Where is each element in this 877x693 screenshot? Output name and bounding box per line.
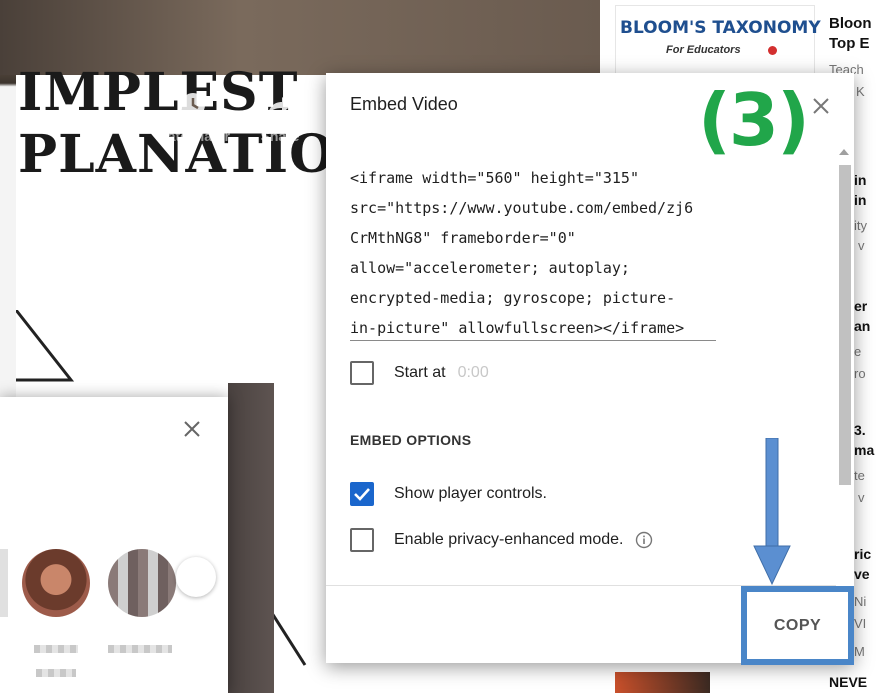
close-icon[interactable] [810,95,832,117]
sidebar-fragment: ma [854,442,875,458]
privacy-mode-row[interactable]: Enable privacy-enhanced mode. [350,528,653,552]
show-player-controls-label: Show player controls. [394,485,547,502]
share-target-avatar[interactable] [22,549,90,617]
diagram-triangle-fragment-bottom [270,610,307,666]
sidebar-fragment: in [854,192,867,208]
embed-options-heading: EMBED OPTIONS [350,432,472,448]
thumbnail-title: BLOOM'S TAXONOMY [620,18,821,38]
share-arrow-icon [268,97,292,115]
show-player-controls-checkbox[interactable] [350,482,374,506]
dialog-title: Embed Video [350,94,458,114]
share-dialog-shadow [228,383,274,693]
step-annotation-label: (3) [698,78,810,162]
share-target-label [36,669,76,677]
sidebar-fragment: VI [854,616,867,631]
scrollbar-thumb[interactable] [839,165,851,485]
down-arrow-annotation-icon [753,438,791,586]
thumbnail-subtitle: For Educators [666,44,741,56]
next-arrow-button[interactable] [176,557,216,597]
clock-icon [180,93,205,117]
related-video-title-line-1: Bloon [829,15,872,32]
sidebar-fragment: in [854,172,867,188]
sidebar-fragment: 3. [854,422,866,438]
close-icon[interactable] [180,417,204,441]
sidebar-fragment: ve [854,566,870,582]
sidebar-fragment: NEVE [829,674,868,690]
scroll-up-arrow-icon[interactable] [839,149,849,155]
sidebar-fragment: ro [854,366,866,381]
watch-later-button[interactable]: Watch later [145,90,240,144]
sidebar-fragment: v [858,490,865,505]
related-video-title-line-2: Top E [829,35,870,52]
sidebar-fragment: Ni [854,594,867,609]
sidebar-fragment: K [856,84,865,99]
start-time-input[interactable]: 0:00 [458,364,489,382]
copy-button[interactable]: COPY [747,592,848,659]
start-at-checkbox[interactable] [350,361,374,385]
related-video-thumbnail[interactable]: BLOOM'S TAXONOMY For Educators [615,5,821,80]
share-label: Share [260,128,300,144]
checkmark-icon [354,488,370,501]
apple-icon [768,46,777,55]
embed-code-textarea[interactable]: <iframe width="560" height="315" src="ht… [350,163,716,341]
sidebar-fragment: ity [854,218,867,233]
privacy-mode-checkbox[interactable] [350,528,374,552]
related-video-thumbnail-bottom[interactable] [615,672,710,693]
sidebar-fragment: e [854,344,862,359]
share-target-label [108,645,172,653]
share-target-avatar[interactable] [0,549,8,617]
sidebar-fragment: ric [854,546,872,562]
share-target-avatar[interactable] [108,549,176,617]
sidebar-fragment: er [854,298,868,314]
share-target-label [34,645,78,653]
start-at-label: Start at [394,364,446,381]
related-video-title[interactable]: Bloon Top E [829,14,872,54]
start-at-checkbox-row[interactable]: Start at 0:00 [350,361,489,385]
watch-later-label: Watch later [155,128,230,144]
sidebar-fragment: v [858,238,865,253]
diagram-triangle-fragment [16,310,75,382]
sidebar-fragment: te [854,468,865,483]
info-icon[interactable] [635,531,653,549]
sidebar-fragment: an [854,318,871,334]
privacy-mode-label: Enable privacy-enhanced mode. [394,531,624,548]
show-player-controls-row[interactable]: Show player controls. [350,482,547,506]
sidebar-fragment: M [854,644,865,659]
share-button[interactable]: Share [255,90,305,144]
share-dialog [0,397,228,693]
